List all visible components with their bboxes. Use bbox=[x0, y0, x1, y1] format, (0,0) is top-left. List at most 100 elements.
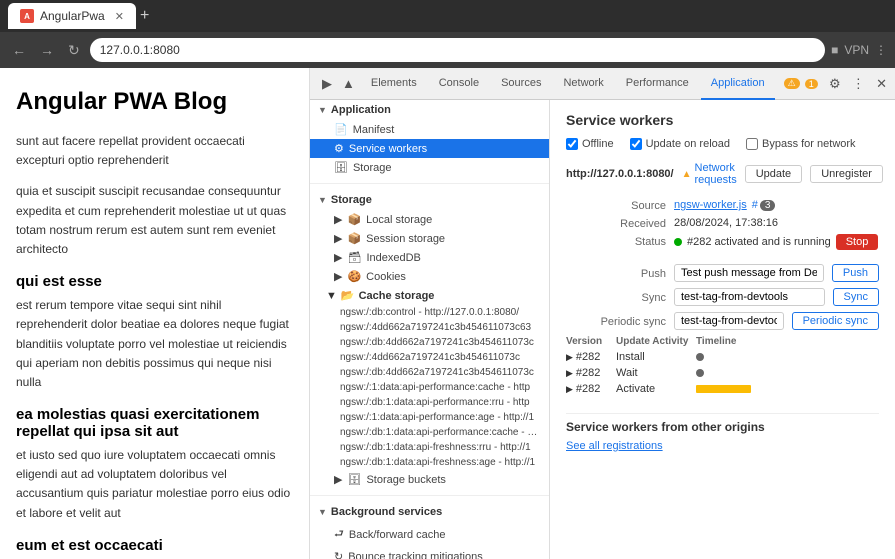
sidebar-storage[interactable]: 🗄 Storage bbox=[310, 158, 549, 177]
new-tab-btn[interactable]: + bbox=[140, 7, 149, 25]
devtools-settings-btn[interactable]: ⚙ bbox=[829, 76, 841, 92]
push-input[interactable] bbox=[674, 264, 824, 282]
periodic-sync-btn[interactable]: Periodic sync bbox=[792, 312, 879, 330]
tab-sources[interactable]: Sources bbox=[491, 68, 551, 100]
storage-label: Storage bbox=[353, 162, 392, 174]
cookies-label: Cookies bbox=[366, 271, 406, 283]
uc-bar-0 bbox=[696, 353, 796, 361]
sync-btn[interactable]: Sync bbox=[833, 288, 879, 306]
uc-version-col: Version bbox=[566, 336, 616, 347]
status-text: #282 activated and is running bbox=[687, 236, 831, 248]
storage-section-label: Storage bbox=[331, 194, 372, 206]
sidebar-cookies[interactable]: ▶ 🍪 Cookies bbox=[310, 267, 549, 286]
sidebar-local-storage[interactable]: ▶ 📦 Local storage bbox=[310, 210, 549, 229]
forward-btn[interactable]: → bbox=[36, 40, 58, 60]
update-cycle-section: Version Update Activity Timeline ▶ #282 … bbox=[566, 336, 879, 397]
ss-arrow: ▶ bbox=[334, 232, 342, 245]
bypass-checkbox[interactable]: Bypass for network bbox=[746, 138, 856, 150]
paragraph-3: est rerum tempore vitae sequi sint nihil… bbox=[16, 296, 293, 392]
cache-item-2[interactable]: ngsw:/:db:4dd662a7197241c3b454611073c bbox=[310, 335, 549, 350]
push-row: Push Push bbox=[566, 264, 879, 282]
devtools-close-btn[interactable]: ✕ bbox=[876, 76, 887, 92]
cache-item-4[interactable]: ngsw:/:db:4dd662a7197241c3b454611073c bbox=[310, 365, 549, 380]
update-on-reload-label: Update on reload bbox=[646, 138, 730, 150]
cache-item-9[interactable]: ngsw:/:db:1:data:api-freshness:rru - htt… bbox=[310, 440, 549, 455]
uc-dot-0 bbox=[696, 353, 704, 361]
cache-arrow: ▼ bbox=[326, 290, 337, 302]
sw-options: Offline Update on reload Bypass for netw… bbox=[566, 138, 879, 150]
see-all-link[interactable]: See all registrations bbox=[566, 440, 663, 452]
offline-checkbox[interactable]: Offline bbox=[566, 138, 614, 150]
cache-item-6[interactable]: ngsw:/:db:1:data:api-performance:rru - h… bbox=[310, 395, 549, 410]
cache-item-8[interactable]: ngsw:/:db:1:data:api-performance:cache -… bbox=[310, 425, 549, 440]
bypass-input[interactable] bbox=[746, 138, 758, 150]
unregister-btn[interactable]: Unregister bbox=[810, 165, 883, 183]
cache-item-10[interactable]: ngsw:/:db:1:data:api-freshness:age - htt… bbox=[310, 455, 549, 470]
tab-network[interactable]: Network bbox=[553, 68, 613, 100]
extension-icon: ■ bbox=[831, 43, 838, 57]
tab-close-btn[interactable]: ✕ bbox=[115, 10, 124, 23]
status-dot bbox=[674, 238, 682, 246]
uc-expand-2[interactable]: ▶ #282 bbox=[566, 383, 616, 395]
sidebar-back-forward[interactable]: ⮐ Back/forward cache bbox=[310, 522, 549, 547]
uc-expand-1[interactable]: ▶ #282 bbox=[566, 367, 616, 379]
offline-input[interactable] bbox=[566, 138, 578, 150]
storage-icon: 🗄 bbox=[334, 161, 348, 174]
sidebar-storage-buckets[interactable]: ▶ 🗄 Storage buckets bbox=[310, 470, 549, 489]
refresh-btn[interactable]: ↻ bbox=[64, 40, 84, 61]
warning-count: 1 bbox=[805, 79, 818, 89]
periodic-sync-input[interactable] bbox=[674, 312, 784, 330]
tab-performance[interactable]: Performance bbox=[616, 68, 699, 100]
application-section-label: Application bbox=[331, 104, 391, 116]
uc-expand-0[interactable]: ▶ #282 bbox=[566, 351, 616, 363]
cache-item-3[interactable]: ngsw:/:4dd662a7197241c3b454611073c bbox=[310, 350, 549, 365]
sidebar-indexeddb[interactable]: ▶ 🗃 IndexedDB bbox=[310, 248, 549, 267]
bg-services-label: Background services bbox=[331, 506, 442, 518]
cookies-arrow: ▶ bbox=[334, 270, 342, 283]
application-section-header[interactable]: ▼ Application bbox=[310, 100, 549, 120]
stop-btn[interactable]: Stop bbox=[836, 234, 879, 250]
sidebar-cache-storage-group[interactable]: ▼ 📂 Cache storage bbox=[310, 286, 549, 305]
address-bar[interactable]: 127.0.0.1:8080 bbox=[90, 38, 825, 62]
indexeddb-icon: 🗃 bbox=[347, 251, 361, 264]
back-btn[interactable]: ← bbox=[8, 40, 30, 60]
update-btn[interactable]: Update bbox=[745, 165, 802, 183]
network-requests-link[interactable]: ▲ Network requests bbox=[682, 162, 737, 186]
devtools-device-btn[interactable]: ▲ bbox=[338, 74, 359, 93]
sidebar-manifest[interactable]: 📄 Manifest bbox=[310, 120, 549, 139]
sync-row: Sync Sync bbox=[566, 288, 879, 306]
bypass-label: Bypass for network bbox=[762, 138, 856, 150]
sync-input[interactable] bbox=[674, 288, 825, 306]
uc-progress-bar bbox=[696, 385, 751, 393]
sidebar-session-storage[interactable]: ▶ 📦 Session storage bbox=[310, 229, 549, 248]
devtools-main-panel: Service workers Offline Update on reload… bbox=[550, 100, 895, 559]
source-file-link[interactable]: ngsw-worker.js bbox=[674, 199, 747, 211]
cache-item-5[interactable]: ngsw:/:1:data:api-performance:cache - ht… bbox=[310, 380, 549, 395]
push-btn[interactable]: Push bbox=[832, 264, 879, 282]
devtools-inspect-btn[interactable]: ▶ bbox=[318, 74, 336, 94]
idb-arrow: ▶ bbox=[334, 251, 342, 264]
update-on-reload-checkbox[interactable]: Update on reload bbox=[630, 138, 730, 150]
cache-item-0[interactable]: ngsw:/:db:control - http://127.0.0.1:808… bbox=[310, 305, 549, 320]
session-storage-icon: 📦 bbox=[347, 232, 361, 245]
tab-application[interactable]: Application bbox=[701, 68, 775, 100]
tab-console[interactable]: Console bbox=[429, 68, 489, 100]
storage-section-header[interactable]: ▼ Storage bbox=[310, 190, 549, 210]
active-tab[interactable]: A AngularPwa ✕ bbox=[8, 3, 136, 29]
sidebar-service-workers[interactable]: ⚙ Service workers bbox=[310, 139, 549, 158]
uc-row-2: ▶ #282 Activate bbox=[566, 381, 879, 397]
uc-version-2: #282 bbox=[576, 383, 600, 395]
sidebar-bounce-tracking[interactable]: ↻ Bounce tracking mitigations bbox=[310, 547, 549, 559]
cache-item-7[interactable]: ngsw:/:1:data:api-performance:age - http… bbox=[310, 410, 549, 425]
offline-label: Offline bbox=[582, 138, 614, 150]
received-label: Received bbox=[566, 216, 666, 230]
menu-icon[interactable]: ⋮ bbox=[875, 43, 887, 57]
devtools-more-btn[interactable]: ⋮ bbox=[852, 76, 865, 92]
service-workers-label: Service workers bbox=[349, 143, 427, 155]
bg-services-header[interactable]: ▼ Background services bbox=[310, 502, 549, 522]
sw-title: Service workers bbox=[566, 112, 879, 128]
tab-elements[interactable]: Elements bbox=[361, 68, 427, 100]
browser-titlebar: A AngularPwa ✕ + bbox=[0, 0, 895, 32]
update-on-reload-input[interactable] bbox=[630, 138, 642, 150]
cache-item-1[interactable]: ngsw:/:4dd662a7197241c3b454611073c63 bbox=[310, 320, 549, 335]
